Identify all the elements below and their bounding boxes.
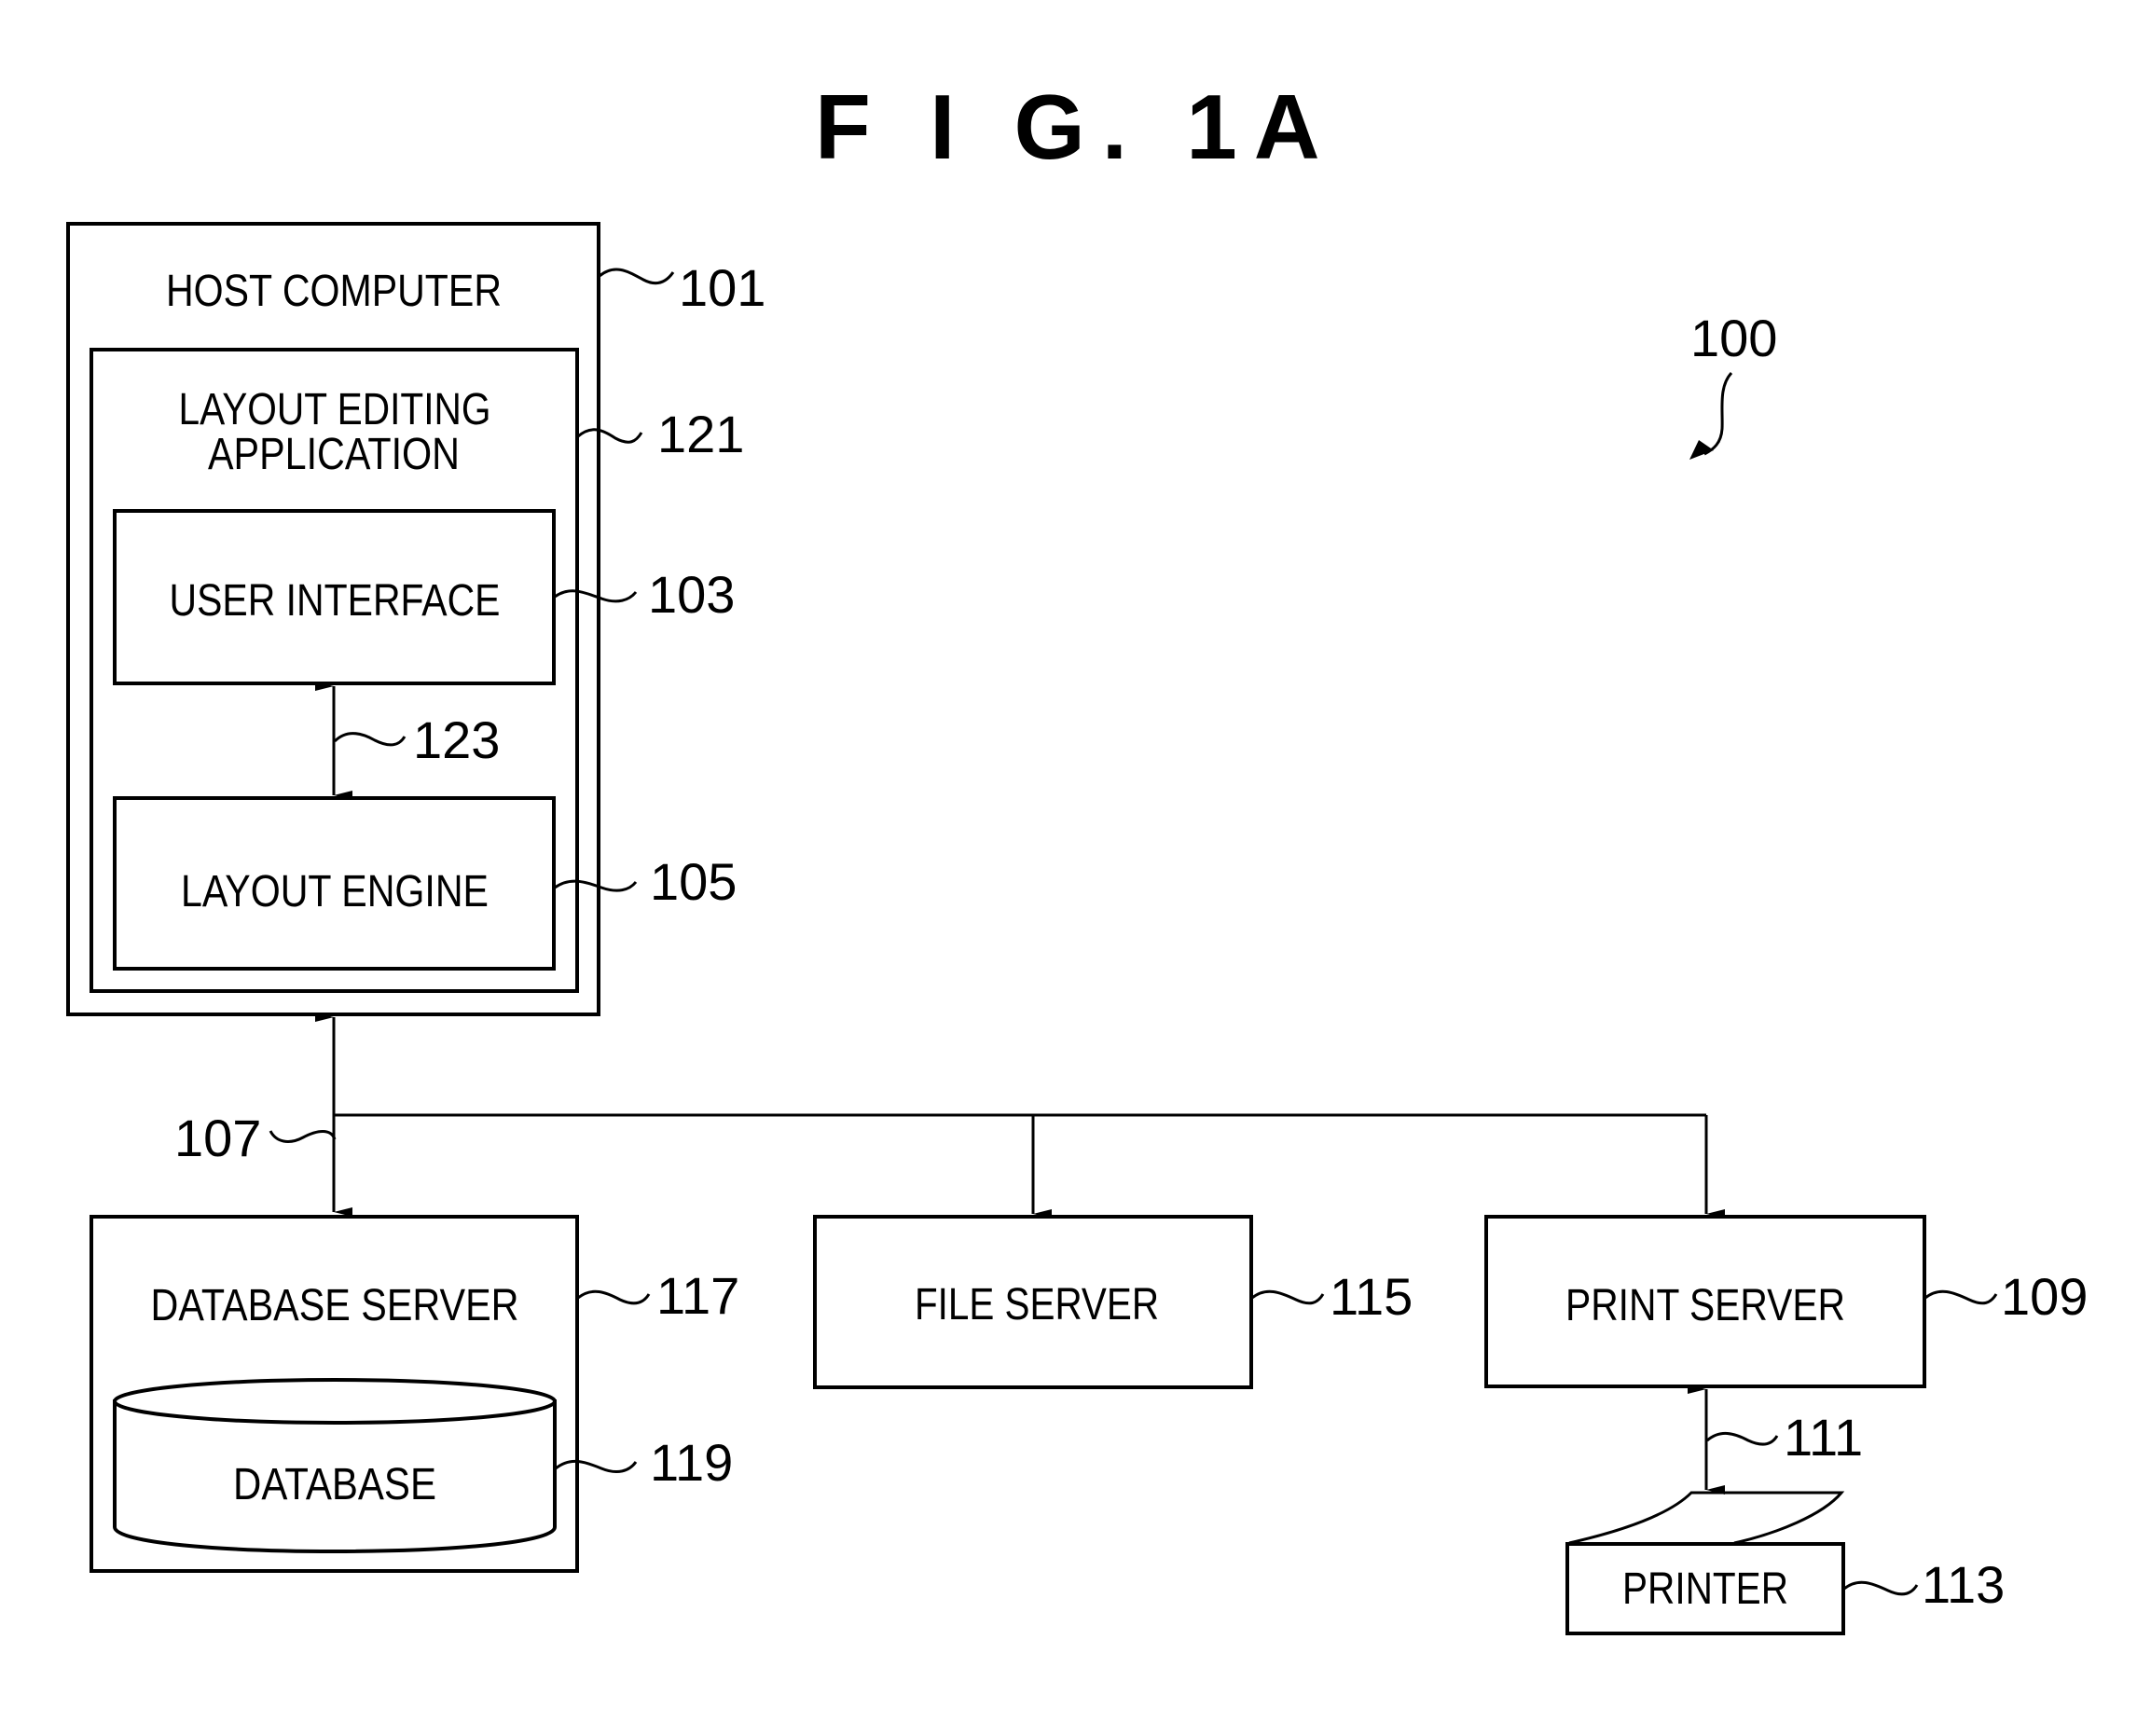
print-server: PRINT SERVER 109 xyxy=(1484,1215,2088,1388)
network-leader xyxy=(269,1130,337,1143)
system-ref-arrowhead-icon xyxy=(1689,440,1714,460)
printer-link-ref: 111 xyxy=(1784,1408,1863,1467)
figure-title: F I G. 1A xyxy=(815,76,1337,178)
database: DATABASE 119 xyxy=(113,1378,733,1554)
system-diagram: F I G. 1A 100 HOST COMPUTER 101 LAYOUT E… xyxy=(66,76,2088,1635)
printer-label: PRINTER xyxy=(1622,1564,1788,1614)
layout-engine: LAYOUT ENGINE 105 xyxy=(113,796,737,971)
printer-ref: 113 xyxy=(1922,1555,2005,1614)
ui-engine-link-ref: 123 xyxy=(413,710,500,769)
system-ref-leader xyxy=(1703,371,1733,456)
database-ref: 119 xyxy=(650,1433,733,1492)
database-cylinder-top xyxy=(113,1378,557,1425)
print-server-label: PRINT SERVER xyxy=(1565,1281,1845,1330)
host-computer-leader xyxy=(599,268,675,285)
print-server-leader xyxy=(1924,1289,1998,1305)
network-ref: 107 xyxy=(174,1109,261,1167)
user-interface-ref: 103 xyxy=(648,565,735,624)
user-interface: USER INTERFACE 103 xyxy=(113,509,735,685)
printer: PRINTER 113 xyxy=(1565,1491,2005,1635)
print-server-ref: 109 xyxy=(2001,1267,2088,1326)
file-server-label: FILE SERVER xyxy=(915,1280,1159,1330)
network: 107 xyxy=(174,1013,1725,1219)
file-server-leader xyxy=(1251,1289,1325,1305)
layout-editing-application-label-line2: APPLICATION xyxy=(208,430,460,479)
host-computer-label: HOST COMPUTER xyxy=(166,267,502,316)
user-interface-label: USER INTERFACE xyxy=(170,576,501,626)
database-server-label: DATABASE SERVER xyxy=(151,1281,519,1330)
printer-link-leader xyxy=(1706,1432,1779,1446)
host-computer-ref: 101 xyxy=(679,258,765,317)
printer-link: 111 xyxy=(1688,1385,1863,1495)
file-server: FILE SERVER 115 xyxy=(813,1215,1413,1389)
layout-engine-ref: 105 xyxy=(650,852,737,911)
system-reference: 100 xyxy=(1689,309,1777,460)
layout-editing-application-label-line1: LAYOUT EDITING xyxy=(179,385,491,434)
database-server-leader xyxy=(577,1289,651,1305)
printer-paper-icon xyxy=(1568,1491,1845,1545)
layout-editing-application-ref: 121 xyxy=(657,405,744,463)
database-server-ref: 117 xyxy=(656,1266,739,1325)
system-ref-label: 100 xyxy=(1690,309,1777,367)
layout-engine-label: LAYOUT ENGINE xyxy=(181,867,489,916)
printer-leader xyxy=(1843,1580,1919,1596)
file-server-ref: 115 xyxy=(1330,1267,1413,1326)
database-label: DATABASE xyxy=(233,1460,436,1509)
